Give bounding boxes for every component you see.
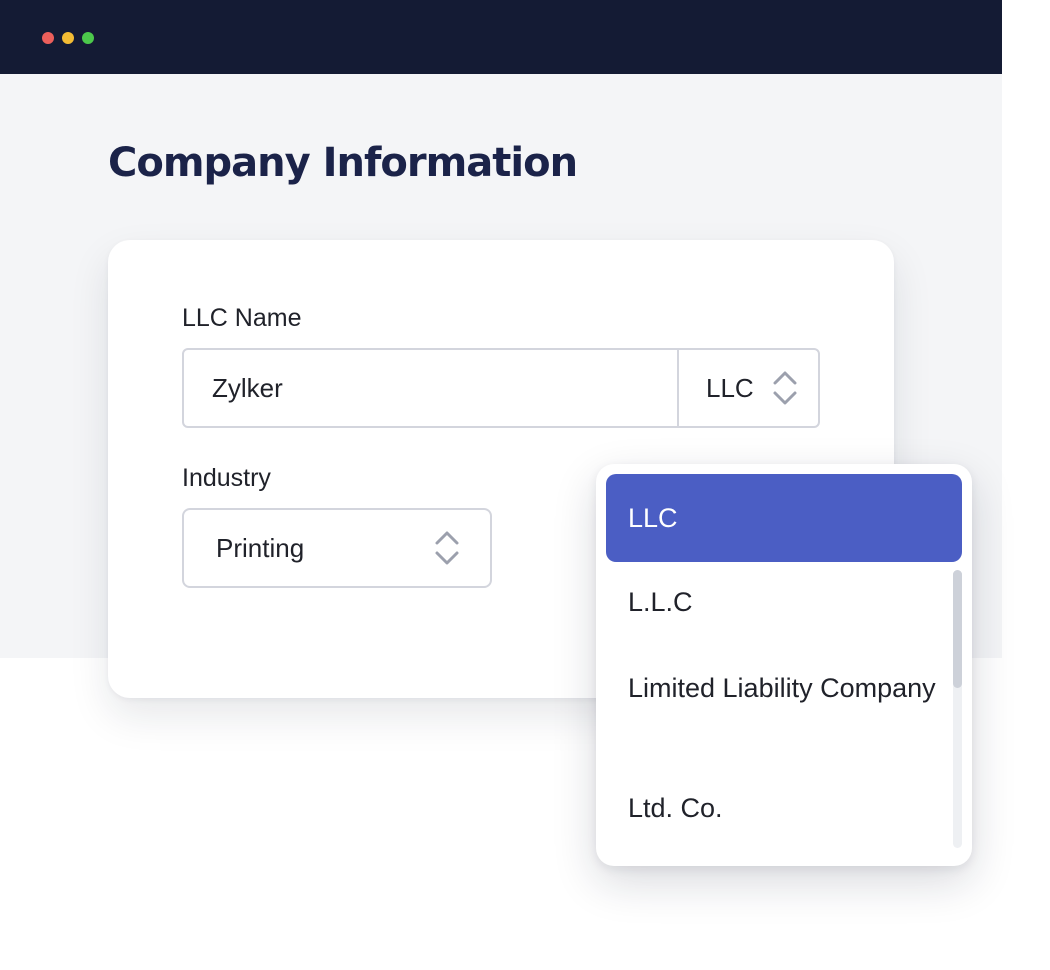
industry-value: Printing — [216, 533, 305, 563]
dropdown-option-llc[interactable]: LLC — [606, 474, 962, 562]
chevron-up-down-icon — [773, 371, 797, 405]
dropdown-scrollbar-thumb[interactable] — [953, 570, 962, 688]
dropdown-option-label: Ltd. Co. — [628, 793, 723, 823]
llc-suffix-select[interactable]: LLC — [677, 350, 818, 426]
llc-suffix-value: LLC — [706, 373, 754, 403]
dropdown-option-l-l-c[interactable]: L.L.C — [606, 585, 962, 619]
minimize-window-button[interactable] — [62, 32, 74, 44]
llc-name-input[interactable]: Zylker — [184, 350, 677, 426]
dropdown-scrollbar[interactable] — [953, 570, 962, 848]
dropdown-option-ltd-co[interactable]: Ltd. Co. — [606, 791, 962, 825]
industry-label: Industry — [182, 464, 271, 492]
dropdown-option-label: L.L.C — [628, 587, 693, 617]
llc-suffix-dropdown: LLC L.L.C Limited Liability Company Ltd.… — [596, 464, 972, 866]
llc-name-label: LLC Name — [182, 304, 302, 332]
window-titlebar — [0, 0, 1002, 74]
page-title: Company Information — [108, 140, 578, 186]
chevron-up-down-icon — [435, 531, 459, 565]
close-window-button[interactable] — [42, 32, 54, 44]
dropdown-option-label: Limited Liability Company — [628, 673, 936, 703]
industry-select[interactable]: Printing — [182, 508, 492, 588]
dropdown-option-label: LLC — [628, 503, 678, 533]
maximize-window-button[interactable] — [82, 32, 94, 44]
dropdown-option-limited-liability-company[interactable]: Limited Liability Company — [606, 671, 962, 705]
llc-name-field-group: Zylker LLC — [182, 348, 820, 428]
